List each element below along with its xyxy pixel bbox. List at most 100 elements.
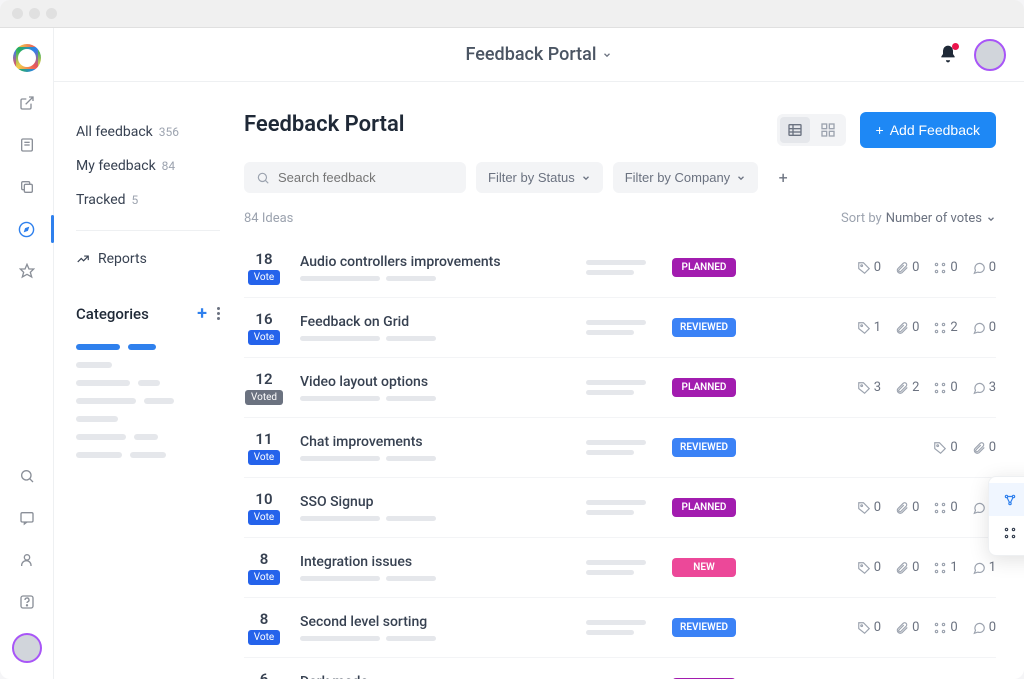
sidebar-tracked[interactable]: Tracked 5: [76, 186, 220, 214]
vote-count: 11: [255, 430, 272, 448]
workspace-selector[interactable]: Feedback Portal: [466, 44, 613, 65]
vote-count: 8: [260, 610, 269, 628]
vote-button[interactable]: Voted: [245, 390, 283, 405]
nav-help-icon[interactable]: [16, 591, 38, 613]
meta-connections[interactable]: 1: [933, 560, 957, 575]
meta-connections[interactable]: 0: [933, 260, 957, 275]
idea-row[interactable]: 18 Vote Audio controllers improvements P…: [244, 238, 996, 298]
ctx-connect[interactable]: Connect to items: [989, 516, 1024, 549]
ctx-promote[interactable]: Promote to an item: [989, 483, 1024, 516]
vote-box[interactable]: 11 Vote: [244, 430, 284, 465]
category-skeleton: [76, 344, 220, 458]
divider: [76, 230, 220, 231]
vote-button[interactable]: Vote: [248, 510, 280, 525]
user-avatar-button[interactable]: [974, 39, 1006, 71]
idea-row[interactable]: 12 Voted Video layout options PLANNED 32…: [244, 358, 996, 418]
meta-attachments[interactable]: 0: [972, 440, 996, 455]
nav-message-icon[interactable]: [16, 507, 38, 529]
idea-row[interactable]: 16 Vote Feedback on Grid REVIEWED 1020: [244, 298, 996, 358]
vote-box[interactable]: 12 Voted: [244, 370, 284, 405]
nav-user-icon[interactable]: [16, 549, 38, 571]
nav-compass-icon[interactable]: [16, 218, 38, 240]
filter-status-button[interactable]: Filter by Status: [476, 162, 603, 193]
meta-connections[interactable]: 0: [933, 380, 957, 395]
meta-tags[interactable]: 1: [857, 320, 881, 335]
idea-row[interactable]: 6 Vote Dark mode PLANNED 4001: [244, 658, 996, 679]
sidebar-all-feedback[interactable]: All feedback 356: [76, 118, 220, 146]
idea-row[interactable]: 8 Vote Second level sorting REVIEWED 000…: [244, 598, 996, 658]
meta-attachments[interactable]: 0: [895, 620, 919, 635]
status-badge: PLANNED: [672, 378, 736, 397]
rail-avatar[interactable]: [12, 633, 42, 663]
sidebar-my-feedback[interactable]: My feedback 84: [76, 152, 220, 180]
filter-company-button[interactable]: Filter by Company: [613, 162, 758, 193]
chevron-down-icon: [581, 173, 591, 183]
app-logo[interactable]: [13, 44, 41, 72]
nav-rail: [0, 28, 54, 679]
meta-attachments[interactable]: 2: [895, 380, 919, 395]
meta-tags[interactable]: 0: [857, 620, 881, 635]
nav-search-icon[interactable]: [16, 465, 38, 487]
vote-box[interactable]: 6 Vote: [244, 670, 284, 679]
meta-comments[interactable]: 1: [972, 560, 996, 575]
window-close[interactable]: [12, 8, 23, 19]
meta-attachments[interactable]: 0: [895, 260, 919, 275]
idea-title: SSO Signup: [300, 494, 570, 510]
add-filter-button[interactable]: +: [768, 163, 798, 193]
meta-tags[interactable]: 0: [857, 560, 881, 575]
vote-box[interactable]: 10 Vote: [244, 490, 284, 525]
idea-row[interactable]: 11 Vote Chat improvements REVIEWED 00: [244, 418, 996, 478]
vote-button[interactable]: Vote: [248, 450, 280, 465]
search-input[interactable]: [278, 170, 454, 185]
meta-attachments[interactable]: 0: [895, 560, 919, 575]
sidebar-reports[interactable]: Reports: [76, 247, 220, 271]
sidebar-item-label: Tracked: [76, 192, 126, 208]
vote-box[interactable]: 8 Vote: [244, 550, 284, 585]
list-view-button[interactable]: [780, 117, 810, 143]
meta-tags[interactable]: 3: [857, 380, 881, 395]
idea-title: Integration issues: [300, 554, 570, 570]
vote-button[interactable]: Vote: [248, 330, 280, 345]
idea-row[interactable]: 8 Vote Integration issues NEW 0011: [244, 538, 996, 598]
vote-box[interactable]: 18 Vote: [244, 250, 284, 285]
vote-button[interactable]: Vote: [248, 630, 280, 645]
vote-count: 10: [255, 490, 272, 508]
meta-comments[interactable]: 0: [972, 260, 996, 275]
promote-icon: [1003, 493, 1017, 507]
chevron-down-icon: [602, 50, 612, 60]
nav-star-icon[interactable]: [16, 260, 38, 282]
nav-copy-icon[interactable]: [16, 176, 38, 198]
meta-group: 1020: [857, 320, 996, 335]
add-feedback-button[interactable]: + Add Feedback: [860, 112, 996, 148]
idea-row[interactable]: 10 Vote SSO Signup PLANNED 0000: [244, 478, 996, 538]
meta-connections[interactable]: 2: [933, 320, 957, 335]
meta-comments[interactable]: 3: [972, 380, 996, 395]
nav-share-icon[interactable]: [16, 92, 38, 114]
vote-button[interactable]: Vote: [248, 270, 280, 285]
add-category-button[interactable]: +: [197, 303, 207, 324]
filter-label: Filter by Status: [488, 170, 575, 185]
notification-dot: [952, 43, 959, 50]
window-minimize[interactable]: [29, 8, 40, 19]
search-box[interactable]: [244, 162, 466, 193]
notifications-button[interactable]: [938, 44, 960, 66]
meta-comments[interactable]: 0: [972, 320, 996, 335]
window-maximize[interactable]: [46, 8, 57, 19]
meta-tags[interactable]: 0: [857, 500, 881, 515]
meta-tags[interactable]: 0: [857, 260, 881, 275]
vote-box[interactable]: 16 Vote: [244, 310, 284, 345]
meta-comments[interactable]: 0: [972, 620, 996, 635]
categories-menu-button[interactable]: [217, 307, 220, 320]
meta-group: 00: [933, 440, 996, 455]
vote-box[interactable]: 8 Vote: [244, 610, 284, 645]
sort-selector[interactable]: Sort by Number of votes: [841, 211, 996, 226]
meta-connections[interactable]: 0: [933, 620, 957, 635]
meta-connections[interactable]: 0: [933, 500, 957, 515]
meta-attachments[interactable]: 0: [895, 320, 919, 335]
vote-button[interactable]: Vote: [248, 570, 280, 585]
meta-group: 0000: [857, 260, 996, 275]
nav-doc-icon[interactable]: [16, 134, 38, 156]
meta-attachments[interactable]: 0: [895, 500, 919, 515]
meta-tags[interactable]: 0: [933, 440, 957, 455]
grid-view-button[interactable]: [813, 117, 843, 143]
